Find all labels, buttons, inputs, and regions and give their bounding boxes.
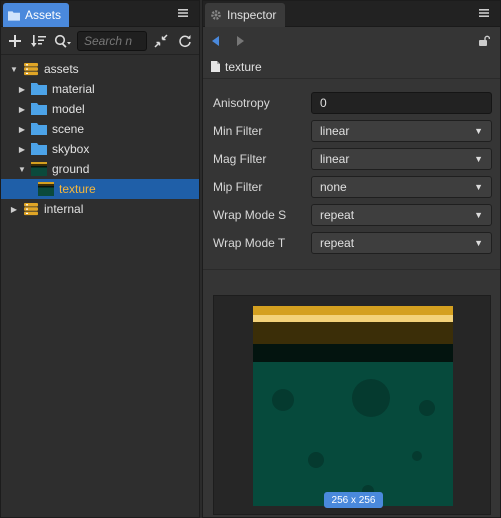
asset-name: texture	[225, 59, 262, 74]
lock-icon[interactable]	[478, 35, 491, 47]
tab-assets[interactable]: Assets	[3, 3, 69, 27]
tree-item-assets[interactable]: ▼ assets	[1, 59, 199, 79]
select-value: linear	[320, 152, 350, 166]
gear-icon	[211, 10, 221, 20]
mag-filter-select[interactable]: linear ▼	[311, 148, 492, 170]
wrap-mode-t-select[interactable]: repeat ▼	[311, 232, 492, 254]
tree-item-material[interactable]: ▶ material	[1, 79, 199, 99]
prop-mag-filter: Mag Filter linear ▼	[213, 145, 492, 173]
texture-icon	[31, 162, 47, 176]
tree-item-label: texture	[59, 182, 96, 196]
collapse-arrow-icon[interactable]: ▶	[9, 204, 19, 214]
folder-icon	[31, 102, 47, 116]
tree-item-texture[interactable]: texture	[1, 179, 199, 199]
prop-anisotropy: Anisotropy 0	[213, 89, 492, 117]
inspector-panel: Inspector texture Anisotropy 0 Min Filte…	[202, 0, 501, 518]
tree-item-label: assets	[44, 62, 79, 76]
collapse-arrow-icon[interactable]: ▶	[17, 144, 27, 154]
tree-item-label: scene	[52, 122, 85, 136]
tree-item-scene[interactable]: ▶ scene	[1, 119, 199, 139]
search-icon	[54, 34, 71, 48]
dropdown-caret-icon: ▼	[474, 238, 483, 248]
dropdown-caret-icon: ▼	[474, 126, 483, 136]
file-icon	[211, 61, 220, 72]
refresh-button[interactable]	[175, 31, 195, 51]
tab-assets-label: Assets	[24, 8, 61, 22]
search-filter-button[interactable]	[53, 31, 73, 51]
back-arrow-icon[interactable]	[209, 34, 223, 48]
collapse-arrow-icon[interactable]: ▶	[17, 84, 27, 94]
database-icon	[23, 62, 39, 76]
prop-wrap-mode-s: Wrap Mode S repeat ▼	[213, 201, 492, 229]
texture-preview: 256 x 256	[213, 295, 491, 515]
dropdown-caret-icon: ▼	[474, 182, 483, 192]
expand-arrow-icon[interactable]: ▼	[9, 64, 19, 74]
tree-item-label: material	[52, 82, 95, 96]
tree-item-label: skybox	[52, 142, 90, 156]
dropdown-caret-icon: ▼	[474, 154, 483, 164]
collapse-arrow-icon[interactable]: ▶	[17, 104, 27, 114]
search-input[interactable]: Search n	[77, 30, 147, 51]
prop-label: Wrap Mode T	[213, 236, 286, 250]
select-value: repeat	[320, 236, 355, 250]
forward-arrow-icon[interactable]	[233, 34, 247, 48]
tab-inspector-label: Inspector	[227, 8, 277, 22]
mip-filter-select[interactable]: none ▼	[311, 176, 492, 198]
select-value: none	[320, 180, 347, 194]
texture-icon	[38, 182, 54, 196]
tree-item-label: ground	[52, 162, 90, 176]
inspector-nav	[203, 27, 500, 55]
prop-mip-filter: Mip Filter none ▼	[213, 173, 492, 201]
folder-icon	[31, 82, 47, 96]
tree-item-skybox[interactable]: ▶ skybox	[1, 139, 199, 159]
asset-tree: ▼ assets ▶ material ▶ model ▶ scene ▶ sk…	[1, 55, 199, 219]
tree-item-label: model	[52, 102, 85, 116]
tree-item-ground[interactable]: ▼ ground	[1, 159, 199, 179]
prop-label: Min Filter	[213, 124, 263, 138]
collapse-icon	[154, 33, 168, 48]
folder-icon	[31, 142, 47, 156]
sort-button[interactable]	[29, 31, 49, 51]
assets-panel: Assets Search n ▼ assets ▶ material ▶ mo…	[0, 0, 200, 518]
assets-tabbar: Assets	[1, 1, 199, 27]
add-button[interactable]	[5, 31, 25, 51]
plus-icon	[9, 34, 21, 47]
divider	[203, 269, 500, 270]
prop-min-filter: Min Filter linear ▼	[213, 117, 492, 145]
expand-arrow-icon[interactable]: ▼	[17, 164, 27, 174]
select-value: repeat	[320, 208, 355, 222]
property-list: Anisotropy 0 Min Filter linear ▼ Mag Fil…	[203, 79, 500, 257]
tree-item-label: internal	[44, 202, 84, 216]
prop-label: Wrap Mode S	[213, 208, 287, 222]
database-icon	[23, 202, 39, 216]
min-filter-select[interactable]: linear ▼	[311, 120, 492, 142]
hamburger-menu-icon[interactable]	[177, 7, 189, 19]
refresh-icon	[179, 34, 191, 47]
prop-label: Mip Filter	[213, 180, 263, 194]
folder-icon	[8, 10, 20, 21]
tab-inspector[interactable]: Inspector	[205, 3, 285, 27]
inspector-tabbar: Inspector	[203, 1, 500, 27]
prop-label: Anisotropy	[213, 96, 270, 110]
anisotropy-input[interactable]: 0	[311, 92, 492, 114]
prop-wrap-mode-t: Wrap Mode T repeat ▼	[213, 229, 492, 257]
prop-label: Mag Filter	[213, 152, 267, 166]
hamburger-menu-icon[interactable]	[478, 7, 490, 19]
sort-icon	[31, 34, 46, 47]
dropdown-caret-icon: ▼	[474, 210, 483, 220]
select-value: linear	[320, 124, 350, 138]
tree-item-internal[interactable]: ▶ internal	[1, 199, 199, 219]
assets-toolbar: Search n	[1, 27, 199, 55]
collapse-arrow-icon[interactable]: ▶	[17, 124, 27, 134]
collapse-all-button[interactable]	[151, 31, 171, 51]
folder-icon	[31, 122, 47, 136]
wrap-mode-s-select[interactable]: repeat ▼	[311, 204, 492, 226]
texture-image	[253, 306, 453, 506]
tree-item-model[interactable]: ▶ model	[1, 99, 199, 119]
asset-title: texture	[203, 55, 500, 79]
texture-size-badge: 256 x 256	[324, 492, 383, 508]
